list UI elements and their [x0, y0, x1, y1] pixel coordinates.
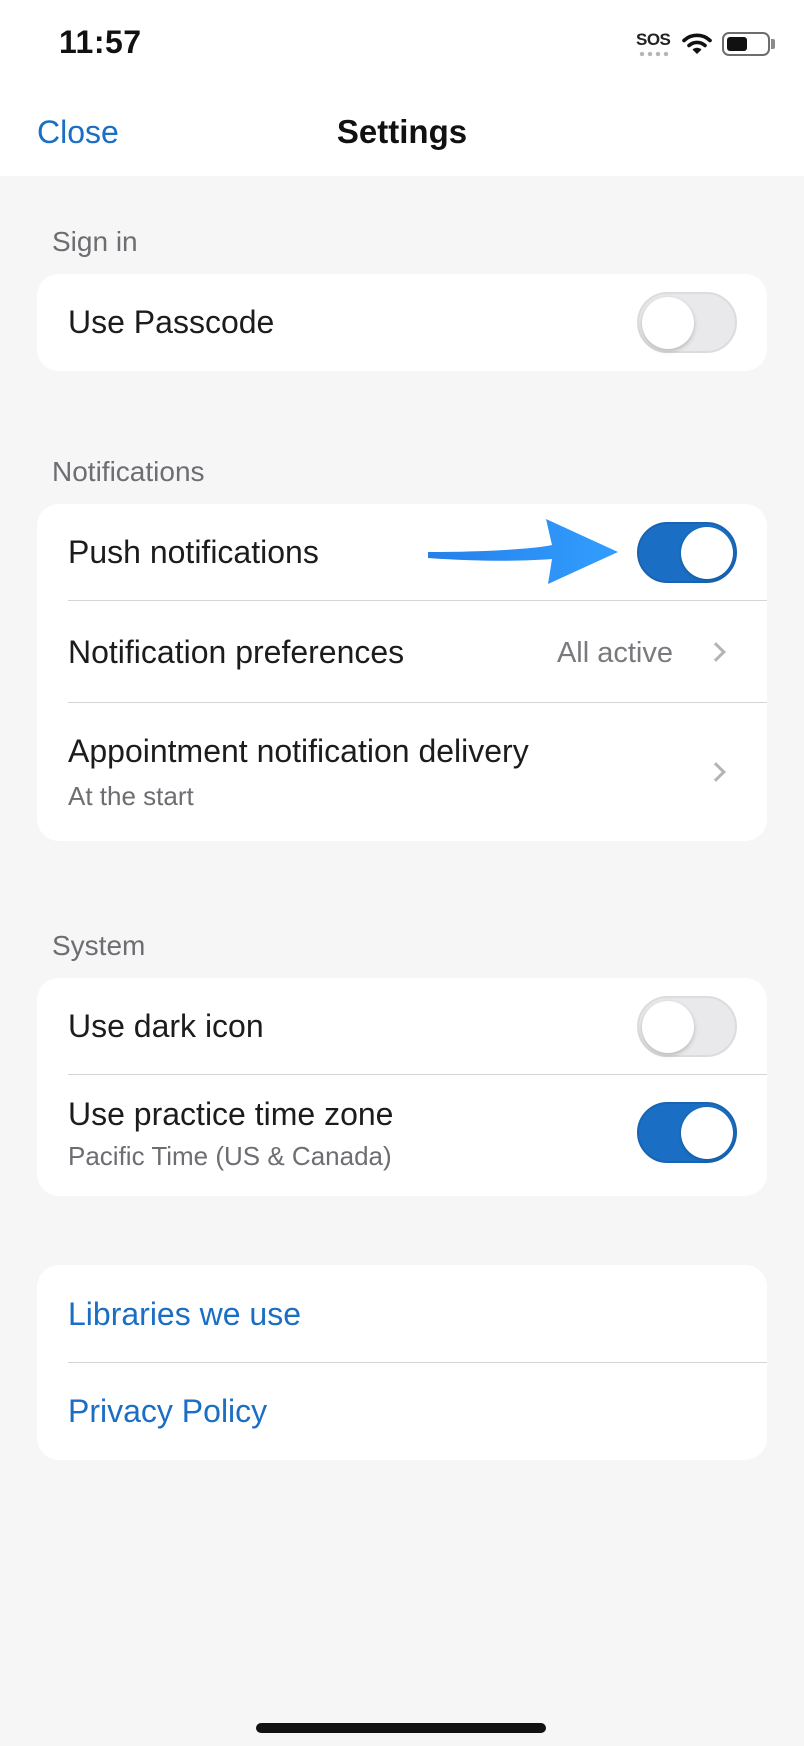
section-header-notifications: Notifications	[52, 456, 205, 487]
battery-level	[727, 37, 747, 51]
chevron-right-icon	[706, 642, 726, 662]
status-bar: 11:57 SOS	[0, 0, 804, 88]
notification-preferences-value: All active	[556, 637, 673, 669]
row-sublabel: At the start	[68, 781, 194, 811]
toggle-knob	[642, 1001, 694, 1053]
page-title: Settings	[336, 113, 468, 150]
card-system: Use dark icon Use practice time zone Pac…	[37, 978, 767, 1196]
use-passcode-toggle[interactable]	[637, 292, 737, 353]
row-label: Notification preferences	[68, 634, 405, 670]
row-label: Push notifications	[68, 534, 319, 570]
use-dark-icon-toggle[interactable]	[637, 996, 737, 1057]
card-notifications: Push notifications Notification preferen…	[37, 504, 767, 841]
card-sign-in: Use Passcode	[37, 274, 767, 371]
row-push-notifications[interactable]: Push notifications	[37, 504, 767, 600]
settings-screen: 11:57 SOS Close Settings Sign in Use Pas…	[0, 0, 804, 1746]
status-time: 11:57	[59, 24, 142, 60]
card-links: Libraries we use Privacy Policy	[37, 1265, 767, 1460]
sos-indicator: SOS	[636, 30, 671, 49]
row-label: Use dark icon	[68, 1008, 264, 1044]
practice-time-zone-toggle[interactable]	[637, 1102, 737, 1163]
row-label: Use Passcode	[68, 304, 275, 340]
row-label: Appointment notification delivery	[68, 733, 529, 769]
row-use-dark-icon[interactable]: Use dark icon	[37, 978, 767, 1074]
row-use-passcode[interactable]: Use Passcode	[37, 274, 767, 371]
row-sublabel: Pacific Time (US & Canada)	[68, 1141, 392, 1171]
row-label: Use practice time zone	[68, 1096, 394, 1132]
navigation-bar: Close Settings	[0, 88, 804, 176]
privacy-policy-link[interactable]: Privacy Policy	[68, 1393, 267, 1430]
annotation-arrow-icon	[428, 519, 618, 584]
row-libraries[interactable]: Libraries we use	[37, 1265, 767, 1362]
row-appointment-notification-delivery[interactable]: Appointment notification delivery At the…	[37, 702, 767, 841]
battery-cap	[771, 39, 775, 49]
signal-dots-icon	[638, 51, 672, 57]
section-header-sign-in: Sign in	[52, 226, 138, 257]
push-notifications-toggle[interactable]	[637, 522, 737, 583]
battery-icon	[722, 32, 770, 56]
toggle-knob	[681, 1107, 733, 1159]
libraries-link[interactable]: Libraries we use	[68, 1296, 301, 1333]
row-notification-preferences[interactable]: Notification preferences All active	[37, 600, 767, 702]
wifi-icon	[682, 33, 712, 54]
row-privacy-policy[interactable]: Privacy Policy	[37, 1362, 767, 1460]
chevron-right-icon	[706, 762, 726, 782]
home-indicator[interactable]	[256, 1723, 546, 1733]
toggle-knob	[642, 297, 694, 349]
row-use-practice-time-zone[interactable]: Use practice time zone Pacific Time (US …	[37, 1074, 767, 1196]
section-header-system: System	[52, 930, 146, 961]
toggle-knob	[681, 527, 733, 579]
